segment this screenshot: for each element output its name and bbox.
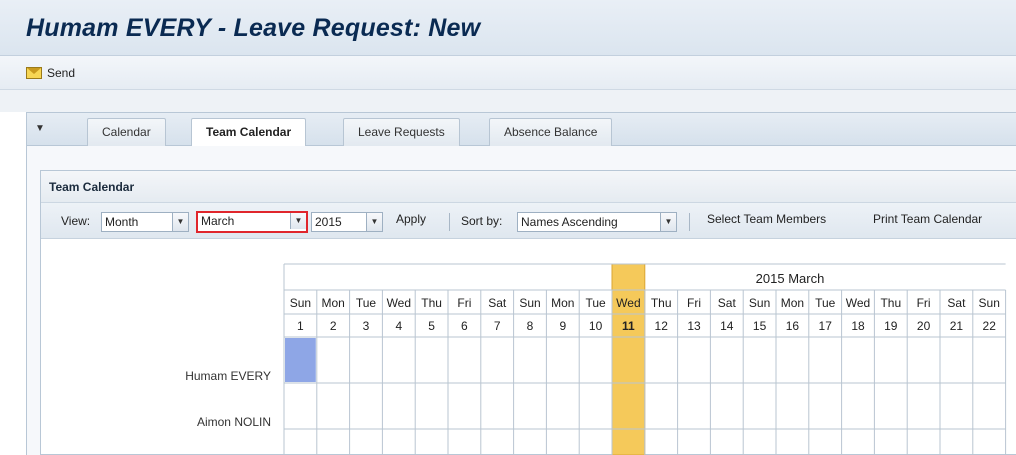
send-label: Send [47,66,76,80]
tab-leave-requests[interactable]: Leave Requests [343,118,460,146]
page-title: Humam EVERY - Leave Request: New [26,14,481,42]
sort-label: Sort by: [461,214,503,228]
select-team-members-link[interactable]: Select Team Members [707,212,826,226]
send-button[interactable]: Send [26,64,75,82]
team-calendar-title: Team Calendar [49,180,135,194]
year-select[interactable]: 2015 ▼ [311,212,383,232]
chevron-down-icon: ▼ [172,213,188,231]
sort-select[interactable]: Names Ascending ▼ [517,212,677,232]
year-select-value: 2015 [315,215,342,229]
envelope-icon [26,67,42,79]
member-name: Humam EVERY [185,369,271,383]
sort-select-value: Names Ascending [521,215,618,229]
tab-absence-balance[interactable]: Absence Balance [489,118,613,146]
month-select[interactable]: March ▼ [196,211,308,233]
view-select-value: Month [105,215,139,229]
chevron-down-icon: ▼ [366,213,382,231]
page-header: Humam EVERY - Leave Request: New [0,0,1016,56]
tab-strip: ▼ Calendar Team Calendar Leave Requests … [26,112,1016,147]
tab-team-calendar[interactable]: Team Calendar [191,118,307,147]
team-calendar-panel: Team Calendar View: Month ▼ March ▼ 2015… [40,170,1016,455]
tab-calendar[interactable]: Calendar [87,118,166,146]
toolbar-separator [449,213,450,231]
filter-bar: View: Month ▼ March ▼ 2015 ▼ Apply Sort … [41,203,1016,239]
view-label: View: [61,214,91,228]
team-calendar-header: Team Calendar [41,171,1016,203]
member-name: Aimon NOLIN [196,415,271,429]
view-select[interactable]: Month ▼ [101,212,189,232]
chevron-down-icon: ▼ [660,213,676,231]
print-team-calendar-link[interactable]: Print Team Calendar [873,212,982,226]
tab-menu-chevron-down-icon[interactable]: ▼ [33,122,47,136]
apply-button[interactable]: Apply [396,212,426,226]
chevron-down-icon: ▼ [290,213,306,229]
content-top-band [0,90,1016,112]
month-select-value: March [201,214,235,228]
toolbar-separator [689,213,690,231]
toolbar: Send [0,56,1016,90]
